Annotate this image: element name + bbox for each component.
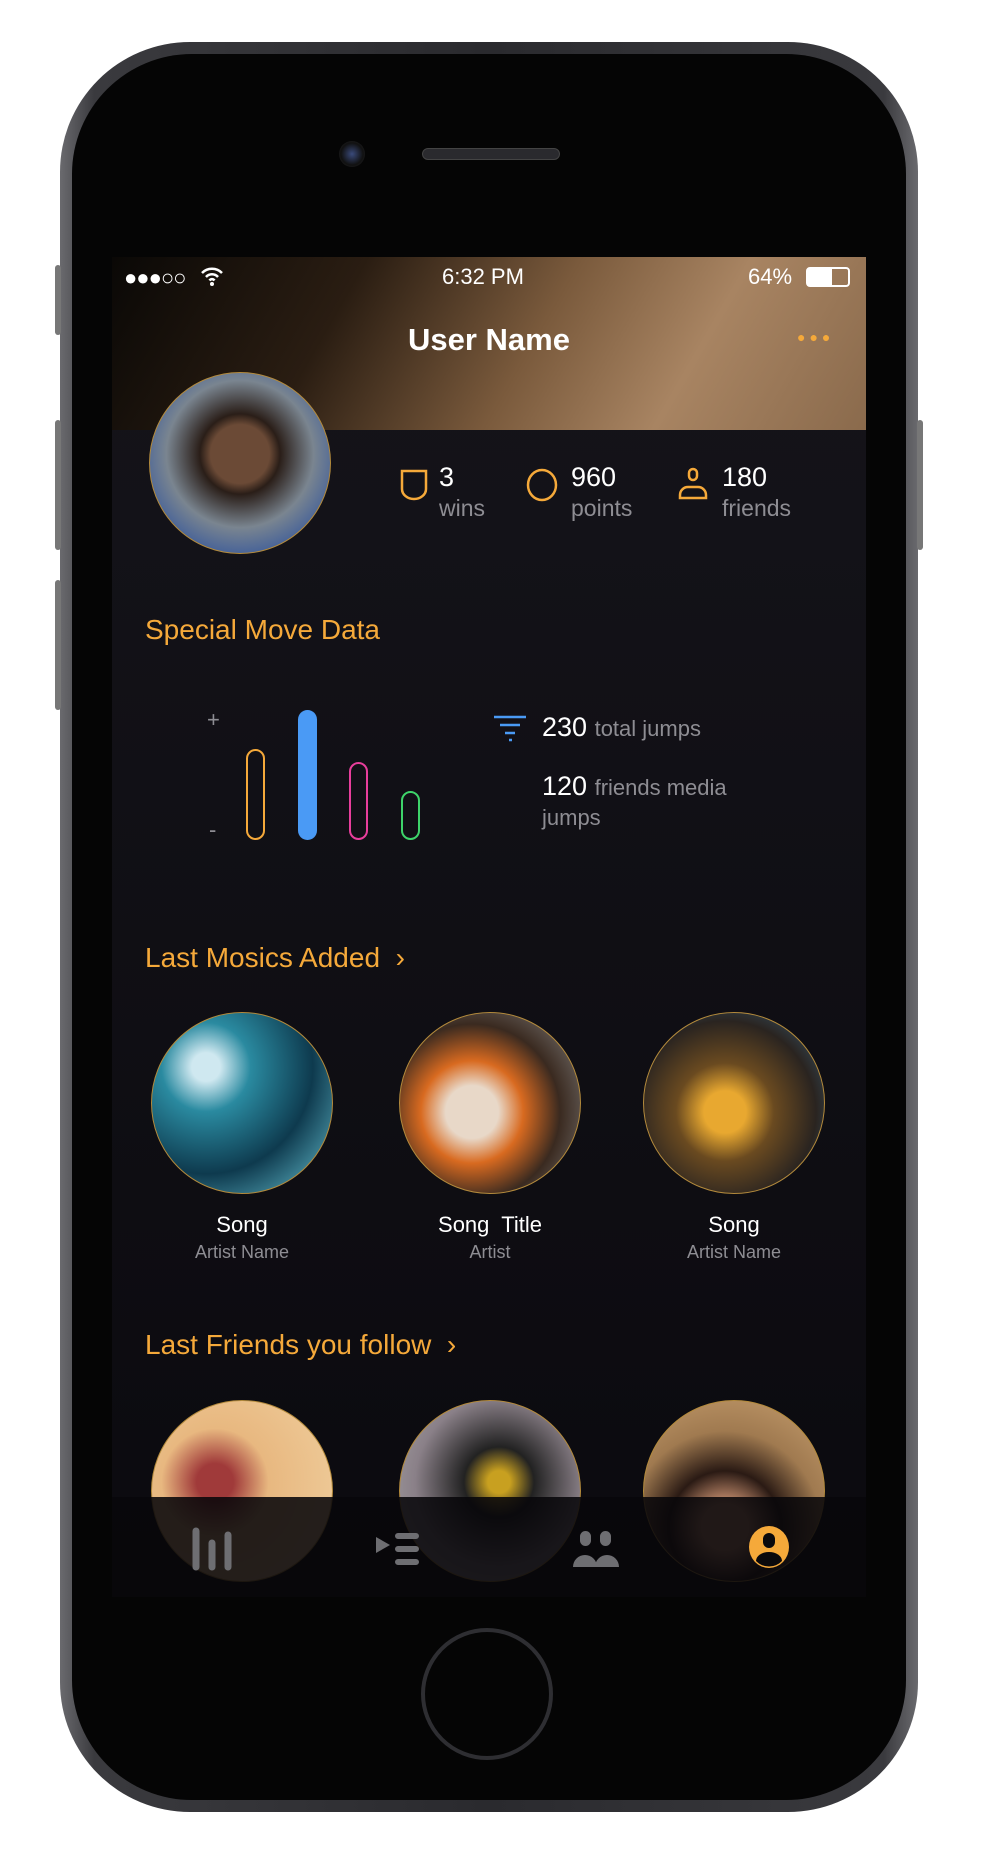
music-heading: Last Mosics Added <box>145 942 381 973</box>
circle-icon <box>526 468 558 502</box>
filter-icon <box>494 715 526 742</box>
chart-bar <box>349 762 368 840</box>
app-screen: ●●●○○ 6:32 PM 64% User Name ●●● 3 wins 9… <box>112 257 866 1597</box>
song-artist: Artist Name <box>194 1242 290 1262</box>
camera-icon <box>339 141 365 167</box>
friends-label: friends <box>722 495 792 521</box>
special-move-heading: Special Move Data <box>145 614 381 645</box>
tab-playlist-icon[interactable] <box>374 1531 420 1571</box>
mute-switch <box>55 265 61 335</box>
battery-percent: 64% <box>748 264 793 289</box>
points-label: points <box>571 495 633 521</box>
chart-minus-label: - <box>209 817 217 842</box>
battery-icon <box>806 267 850 287</box>
song-title: Song <box>216 1212 268 1237</box>
signal-indicator: ●●●○○ <box>124 265 186 290</box>
wifi-icon <box>201 267 223 286</box>
song-artist: Artist <box>469 1242 511 1262</box>
total-jumps: 230 total jumps <box>542 712 701 743</box>
wins-label: wins <box>439 495 486 521</box>
tab-bar <box>112 1497 866 1597</box>
chart-bar <box>246 749 265 840</box>
tab-friends-icon[interactable] <box>572 1529 620 1571</box>
song-artwork[interactable] <box>151 1012 333 1194</box>
profile-avatar[interactable] <box>149 372 331 554</box>
chevron-right-icon: › <box>395 942 405 973</box>
chart-plus-label: + <box>207 707 220 732</box>
tab-stats-icon[interactable] <box>190 1527 234 1571</box>
tab-profile-icon[interactable] <box>748 1525 790 1569</box>
status-time: 6:32 PM <box>442 264 524 289</box>
friends-value: 180 <box>722 462 768 492</box>
song-title: Song <box>708 1212 760 1237</box>
points-value: 960 <box>571 462 617 492</box>
song-title: Song Title <box>438 1212 542 1237</box>
song-artwork[interactable] <box>643 1012 825 1194</box>
chevron-right-icon: › <box>446 1329 457 1360</box>
friends-heading: Last Friends you follow <box>145 1329 432 1360</box>
power-button <box>917 420 923 550</box>
song-artist: Artist Name <box>686 1242 782 1262</box>
volume-down-button <box>55 580 61 710</box>
friends-jumps: 120 friends media jumps <box>542 772 772 832</box>
chart-bar <box>298 710 317 840</box>
more-icon[interactable]: ●●● <box>797 329 837 349</box>
total-jumps-label: total jumps <box>594 716 701 741</box>
chart-bar <box>401 791 420 840</box>
home-button[interactable] <box>421 1628 553 1760</box>
speaker-grille <box>422 148 560 160</box>
wins-value: 3 <box>439 462 455 492</box>
total-jumps-value: 230 <box>542 712 588 742</box>
volume-up-button <box>55 420 61 550</box>
shield-icon <box>400 469 428 501</box>
page-title: User Name <box>408 322 570 357</box>
music-section-link[interactable]: Last Mosics Added › <box>145 942 405 974</box>
friends-jumps-value: 120 <box>542 771 588 801</box>
friends-section-link[interactable]: Last Friends you follow › <box>145 1329 456 1361</box>
person-icon <box>678 467 708 500</box>
song-artwork[interactable] <box>399 1012 581 1194</box>
